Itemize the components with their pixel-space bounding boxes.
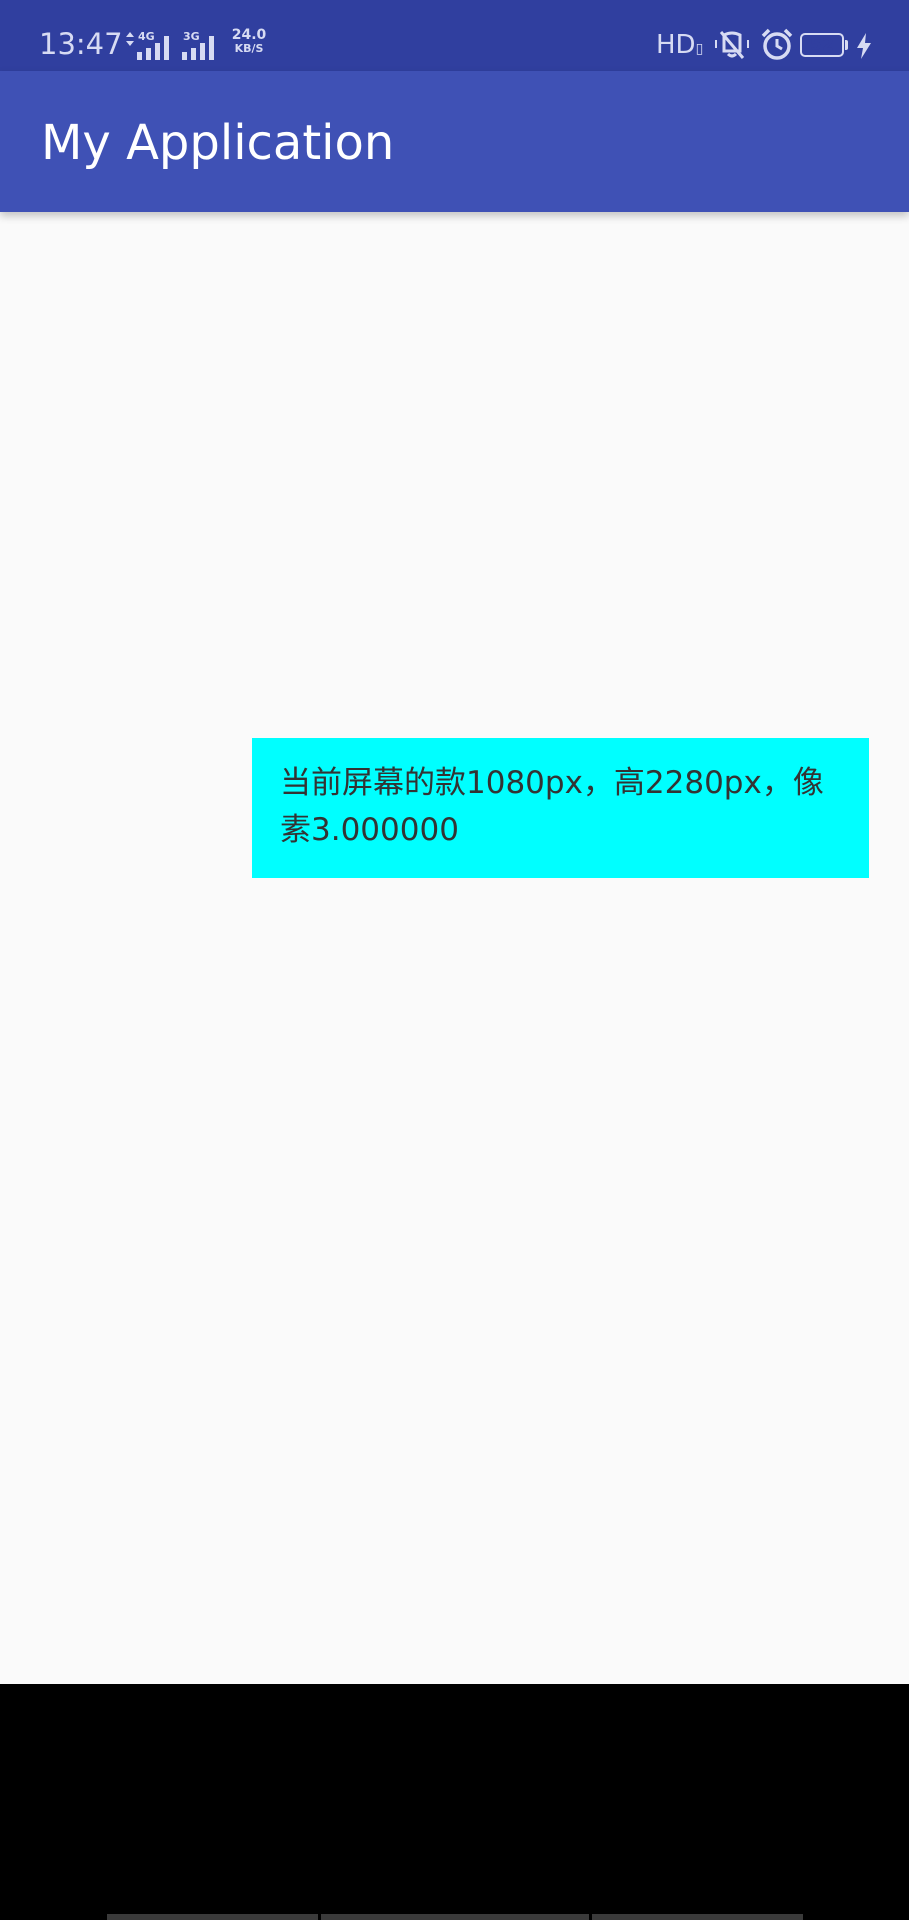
status-time: 13:47: [39, 27, 123, 61]
network-speed-value: 24.0: [231, 27, 267, 43]
screen-info-box: 当前屏幕的款1080px，高2280px，像素3.000000: [252, 738, 869, 878]
battery-cap: [845, 40, 848, 50]
alarm-clock-icon: [761, 28, 793, 60]
hd-label: HD: [656, 30, 696, 60]
app-bar: My Application: [0, 71, 909, 212]
charging-bolt-icon: [857, 33, 871, 59]
signal-2: 3G: [182, 30, 220, 60]
screen-info-text: 当前屏幕的款1080px，高2280px，像素3.000000: [280, 765, 824, 848]
hd-voice-indicator: HD▯: [656, 30, 703, 60]
nav-gesture-segment-left[interactable]: [107, 1914, 318, 1920]
phone-screen: 13:47 4G 3G 24.0 KB/S HD▯ 52 My Applicat…: [0, 0, 909, 1920]
battery-level: 52: [810, 35, 834, 55]
nav-gesture-segment-right[interactable]: [592, 1914, 803, 1920]
status-bar: 13:47 4G 3G 24.0 KB/S HD▯ 52: [0, 0, 909, 71]
battery-indicator: 52: [800, 33, 844, 57]
network-speed: 24.0 KB/S: [229, 28, 269, 55]
vibrate-mute-icon: [715, 31, 749, 59]
signal-strength-icon: [182, 36, 214, 60]
network-speed-unit: KB/S: [234, 42, 264, 55]
signal-1: 4G: [137, 30, 175, 60]
navigation-bar: [0, 1684, 909, 1920]
data-activity-icon: [126, 32, 134, 46]
hd-sub: ▯: [695, 41, 704, 57]
app-title: My Application: [41, 115, 395, 171]
main-content: 当前屏幕的款1080px，高2280px，像素3.000000: [0, 212, 909, 1684]
signal-strength-icon: [137, 36, 169, 60]
nav-gesture-segment-center[interactable]: [321, 1914, 589, 1920]
